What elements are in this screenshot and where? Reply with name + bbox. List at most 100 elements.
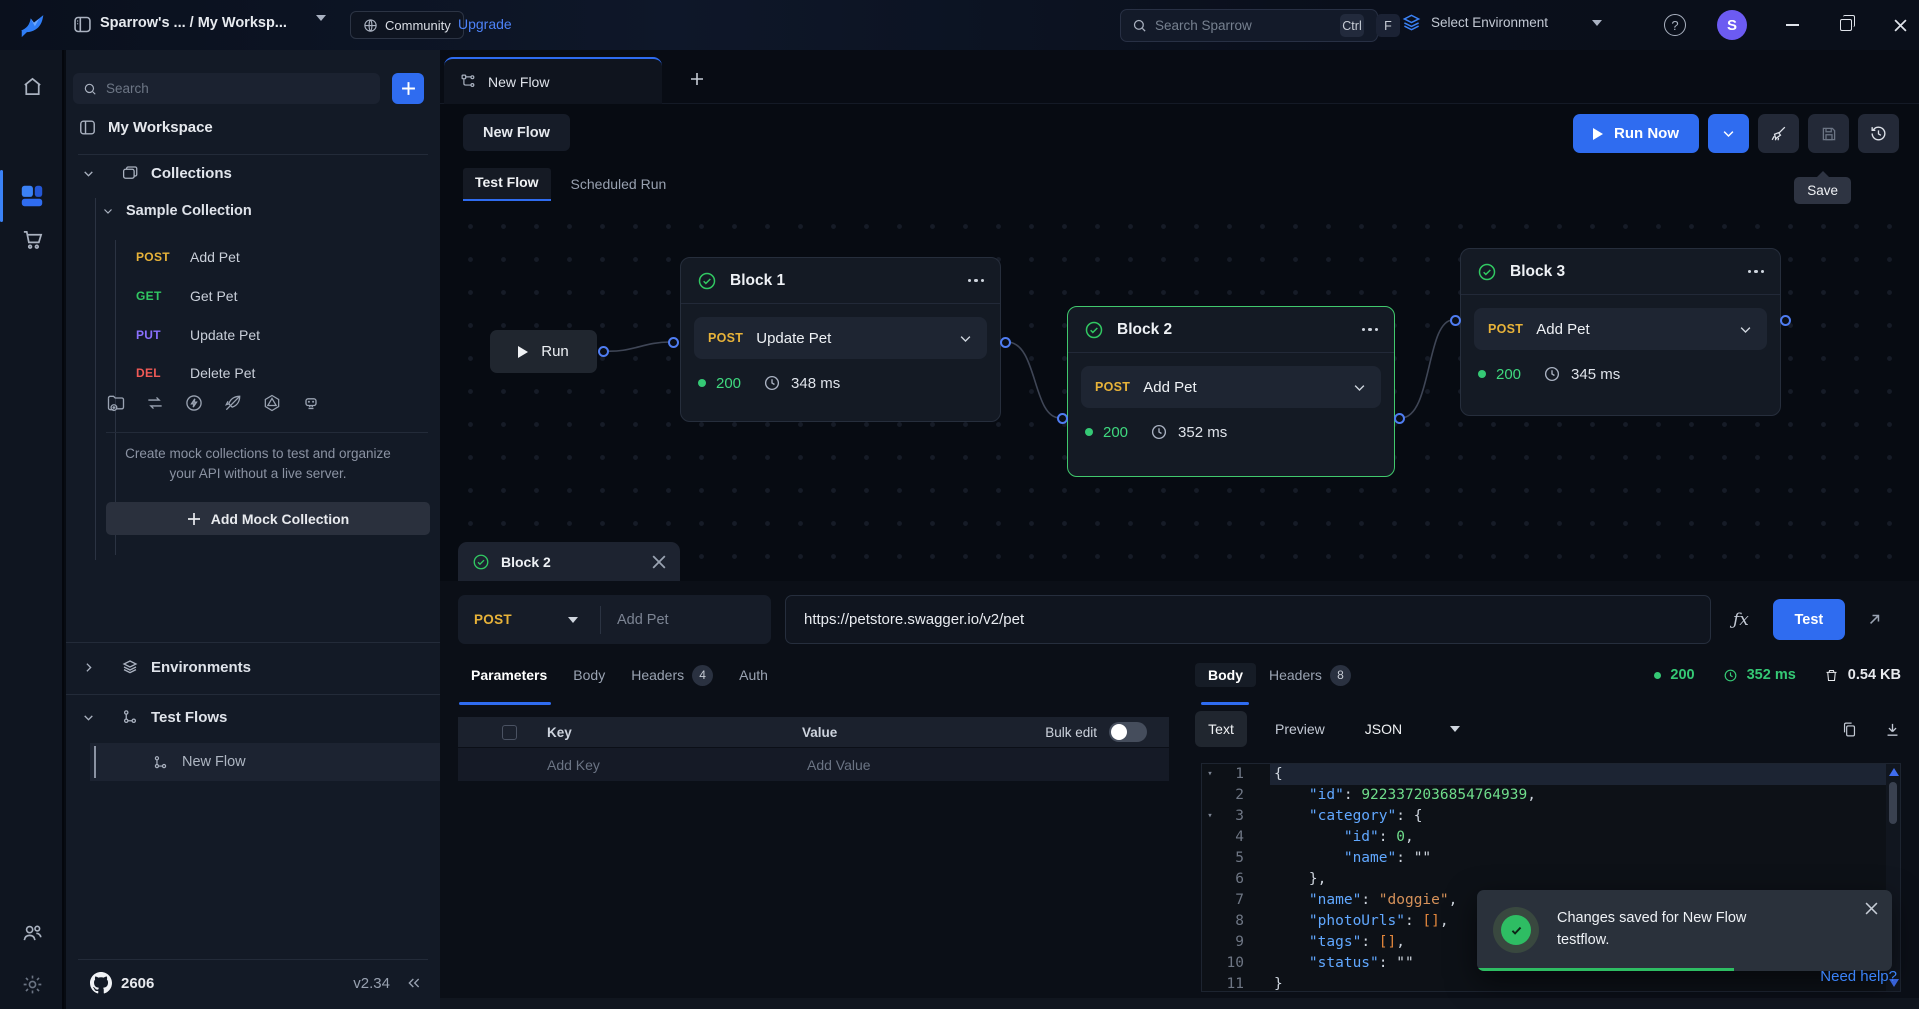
close-icon[interactable] xyxy=(652,555,666,569)
block-menu-icon[interactable] xyxy=(968,279,985,283)
collections-section[interactable]: Collections xyxy=(82,164,232,182)
play-icon xyxy=(518,346,528,358)
new-tab-button[interactable] xyxy=(682,64,712,94)
add-mock-collection-button[interactable]: Add Mock Collection xyxy=(106,502,430,535)
run-node[interactable]: Run xyxy=(490,330,597,373)
scroll-thumb[interactable] xyxy=(1889,782,1897,824)
request-item[interactable]: DEL Delete Pet xyxy=(136,358,255,388)
flash-circle-icon[interactable] xyxy=(182,391,206,415)
key-input[interactable] xyxy=(547,757,807,773)
select-all-checkbox[interactable] xyxy=(502,725,517,740)
tab-new-flow[interactable]: New Flow xyxy=(444,57,662,104)
tab-headers[interactable]: Headers 4 xyxy=(618,661,726,690)
run-now-button[interactable]: Run Now xyxy=(1573,114,1699,153)
request-name-placeholder[interactable]: Add Pet xyxy=(617,612,669,628)
sidebar-item-new-flow[interactable]: New Flow xyxy=(90,743,440,781)
request-item[interactable]: GET Get Pet xyxy=(136,281,237,311)
request-name: Update Pet xyxy=(756,330,945,347)
maximize-button[interactable] xyxy=(1832,12,1860,38)
connector-handle[interactable] xyxy=(598,346,609,357)
block-menu-icon[interactable] xyxy=(1748,270,1765,274)
settings-gear-icon[interactable] xyxy=(18,970,46,998)
url-input[interactable] xyxy=(804,611,1692,628)
connector-handle[interactable] xyxy=(1450,315,1461,326)
test-button[interactable]: Test xyxy=(1773,599,1845,640)
tab-scheduled-run[interactable]: Scheduled Run xyxy=(559,170,679,201)
history-button[interactable] xyxy=(1858,114,1899,153)
method-select[interactable]: POST Add Pet xyxy=(458,595,771,644)
request-item[interactable]: POST Add Pet xyxy=(136,242,240,272)
tab-response-body[interactable]: Body xyxy=(1195,663,1256,687)
workspace-caret-icon[interactable] xyxy=(316,21,326,39)
run-options-button[interactable] xyxy=(1708,114,1749,153)
request-label: Add Pet xyxy=(190,249,240,265)
add-folder-icon[interactable] xyxy=(104,391,128,415)
connector-handle[interactable] xyxy=(1780,315,1791,326)
help-button[interactable]: ? xyxy=(1664,14,1686,36)
community-button[interactable]: Community xyxy=(350,11,464,39)
collapse-sidebar-icon[interactable] xyxy=(406,975,422,991)
workspace-title[interactable]: My Workspace xyxy=(78,118,213,137)
connector-handle[interactable] xyxy=(1394,413,1405,424)
minimize-button[interactable] xyxy=(1778,12,1806,38)
marketplace-cart-icon[interactable] xyxy=(18,225,46,253)
tab-parameters[interactable]: Parameters xyxy=(458,663,560,687)
tab-auth[interactable]: Auth xyxy=(726,663,781,687)
sample-collection[interactable]: Sample Collection xyxy=(102,203,252,219)
clear-canvas-button[interactable] xyxy=(1758,114,1799,153)
connector-handle[interactable] xyxy=(1000,337,1011,348)
tab-body[interactable]: Body xyxy=(560,663,618,687)
download-icon[interactable] xyxy=(1884,721,1901,738)
add-new-button[interactable] xyxy=(392,73,424,104)
sidebar-search-input[interactable] xyxy=(106,81,370,96)
toast-close-icon[interactable] xyxy=(1865,902,1878,915)
dynamic-expression-icon[interactable]: ƒx xyxy=(1733,610,1749,630)
need-help-link[interactable]: Need help? xyxy=(1820,968,1897,985)
flow-block-3[interactable]: Block 3 POST Add Pet 200 345 ms xyxy=(1460,248,1781,416)
connector-handle[interactable] xyxy=(668,337,679,348)
value-input[interactable] xyxy=(807,757,988,773)
upgrade-link[interactable]: Upgrade xyxy=(458,16,512,32)
test-flows-section[interactable]: Test Flows xyxy=(82,708,227,726)
view-preview-button[interactable]: Preview xyxy=(1275,721,1325,737)
tab-test-flow[interactable]: Test Flow xyxy=(463,168,551,201)
mock-pen-icon[interactable] xyxy=(221,391,245,415)
block-request-select[interactable]: POST Add Pet xyxy=(1474,308,1767,350)
block-request-select[interactable]: POST Update Pet xyxy=(694,317,987,359)
global-search-input[interactable] xyxy=(1155,18,1332,33)
breadcrumb[interactable]: Sparrow's ... / My Worksp... xyxy=(100,15,287,31)
detail-block-tab[interactable]: Block 2 xyxy=(458,542,680,582)
response-tabs: Body Headers 8 200 352 ms 0.54 KB xyxy=(1195,659,1901,691)
environment-selector[interactable]: Select Environment xyxy=(1402,13,1602,32)
tab-response-headers[interactable]: Headers 8 xyxy=(1256,661,1364,690)
view-text-button[interactable]: Text xyxy=(1195,711,1247,747)
open-request-icon[interactable] xyxy=(1865,610,1884,629)
ai-bot-icon[interactable] xyxy=(299,391,323,415)
sync-arrows-icon[interactable] xyxy=(143,391,167,415)
chevron-down-icon xyxy=(958,331,973,346)
github-icon[interactable] xyxy=(90,972,112,994)
home-icon[interactable] xyxy=(18,72,46,100)
environments-section[interactable]: Environments xyxy=(82,658,251,676)
request-item[interactable]: PUT Update Pet xyxy=(136,320,260,350)
url-field[interactable] xyxy=(785,595,1711,644)
flow-block-2[interactable]: Block 2 POST Add Pet 200 352 ms xyxy=(1067,306,1395,477)
community-users-icon[interactable] xyxy=(18,918,46,946)
scroll-up-icon[interactable] xyxy=(1889,768,1899,776)
format-select[interactable]: JSON xyxy=(1365,721,1402,737)
block-request-select[interactable]: POST Add Pet xyxy=(1081,366,1381,408)
sidebar-search[interactable] xyxy=(73,73,380,104)
collections-nav-icon[interactable] xyxy=(18,182,46,210)
close-button[interactable] xyxy=(1886,12,1914,38)
block-menu-icon[interactable] xyxy=(1362,328,1379,332)
copy-icon[interactable] xyxy=(1841,721,1858,738)
avatar[interactable]: S xyxy=(1717,10,1747,40)
bulk-edit-toggle[interactable] xyxy=(1109,722,1147,742)
flow-block-1[interactable]: Block 1 POST Update Pet 200 348 ms xyxy=(680,257,1001,422)
graphql-icon[interactable] xyxy=(260,391,284,415)
global-search[interactable]: Ctrl F xyxy=(1120,9,1378,42)
save-button[interactable] xyxy=(1808,114,1849,153)
block-status: 200 345 ms xyxy=(1461,350,1780,398)
format-caret-icon[interactable] xyxy=(1450,726,1460,732)
connector-handle[interactable] xyxy=(1057,413,1068,424)
